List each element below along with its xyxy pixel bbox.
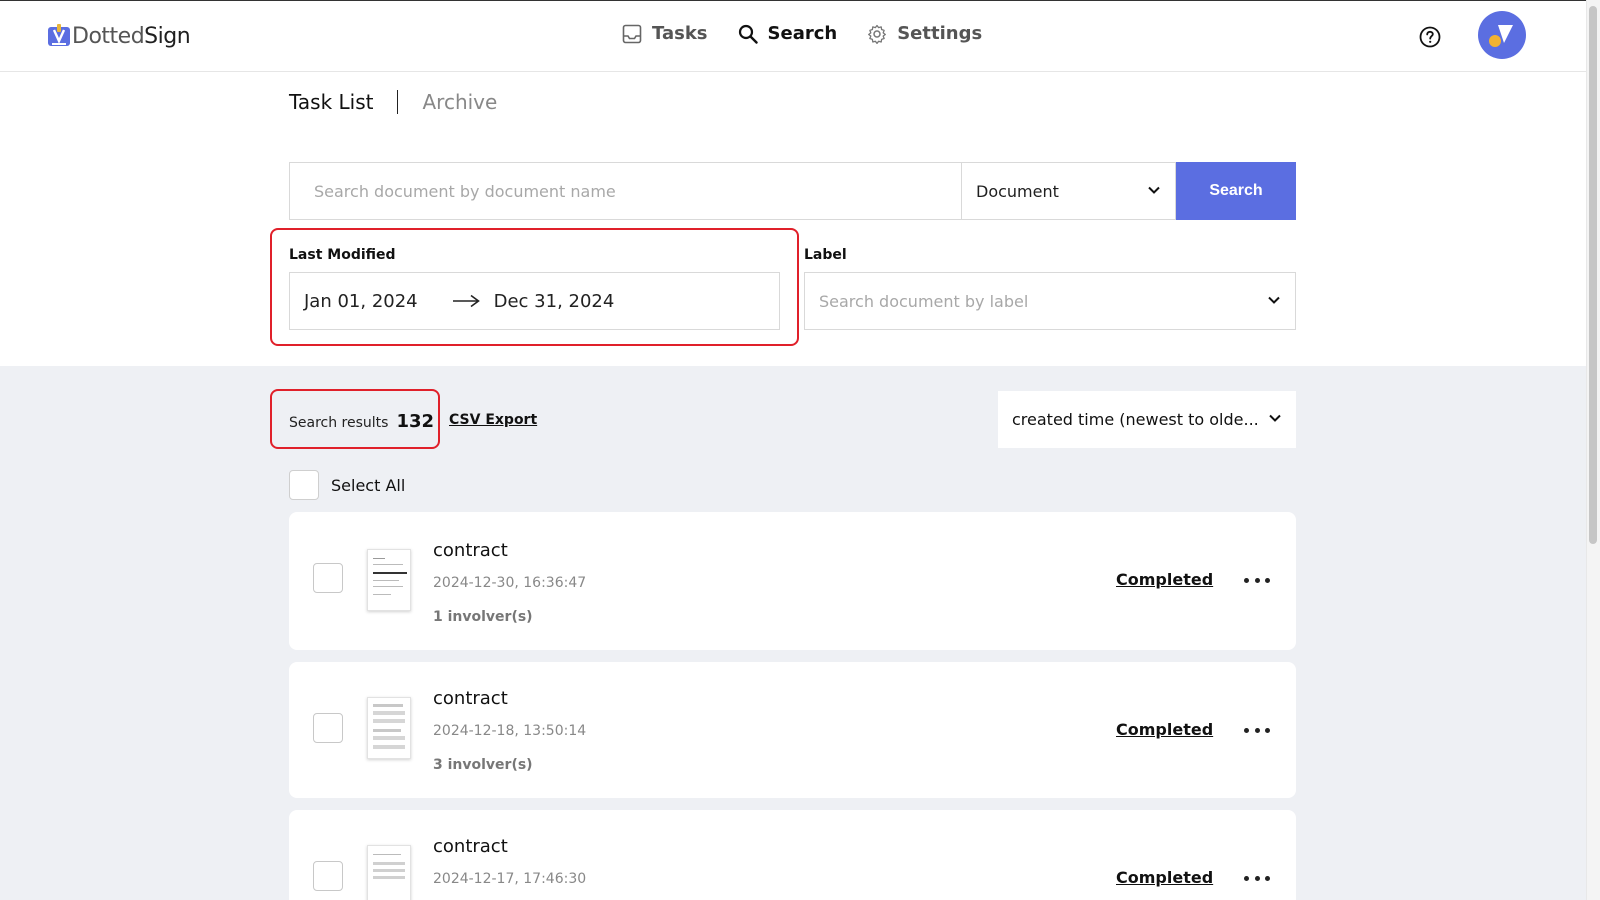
document-card[interactable]: contract 2024-12-17, 17:46:30 Completed xyxy=(289,810,1296,900)
search-type-select[interactable]: Document xyxy=(961,162,1176,220)
document-checkbox[interactable] xyxy=(313,713,343,743)
nav-search-label: Search xyxy=(767,23,838,44)
search-results-count: Search results 132 xyxy=(289,411,434,432)
document-involvers: 3 involver(s) xyxy=(433,757,533,773)
document-card[interactable]: contract 2024-12-30, 16:36:47 1 involver… xyxy=(289,512,1296,650)
select-all[interactable]: Select All xyxy=(289,470,405,500)
nav-tasks[interactable]: Tasks xyxy=(622,23,708,44)
search-button[interactable]: Search xyxy=(1176,162,1296,220)
label-select-placeholder: Search document by label xyxy=(819,291,1029,311)
document-checkbox[interactable] xyxy=(313,861,343,891)
document-title[interactable]: contract xyxy=(433,836,508,857)
last-modified-label: Last Modified xyxy=(289,247,396,263)
document-name-search-input[interactable] xyxy=(289,162,961,220)
tab-task-list[interactable]: Task List xyxy=(289,90,373,114)
chevron-down-icon xyxy=(1268,410,1282,429)
logo-mark-icon xyxy=(48,24,70,48)
nav-search[interactable]: Search xyxy=(738,23,838,44)
search-icon xyxy=(738,24,758,44)
search-row: Document Search xyxy=(289,162,1296,220)
logo-text-bold: Sign xyxy=(144,23,191,49)
chevron-down-icon xyxy=(1267,292,1281,311)
document-card[interactable]: contract 2024-12-18, 13:50:14 3 involver… xyxy=(289,662,1296,798)
main-nav: Tasks Search Settings xyxy=(622,23,982,44)
document-title[interactable]: contract xyxy=(433,540,508,561)
more-options-icon[interactable] xyxy=(1244,873,1270,883)
document-date: 2024-12-30, 16:36:47 xyxy=(433,575,587,591)
inbox-icon xyxy=(622,24,642,44)
nav-tasks-label: Tasks xyxy=(652,23,708,44)
label-select[interactable]: Search document by label xyxy=(804,272,1296,330)
date-to[interactable]: Dec 31, 2024 xyxy=(494,291,615,312)
document-title[interactable]: contract xyxy=(433,688,508,709)
task-tabs: Task List Archive xyxy=(289,88,497,116)
document-thumbnail xyxy=(367,845,411,900)
tab-archive[interactable]: Archive xyxy=(422,90,497,114)
document-status[interactable]: Completed xyxy=(1116,570,1213,589)
more-options-icon[interactable] xyxy=(1244,725,1270,735)
csv-export-link[interactable]: CSV Export xyxy=(449,412,537,428)
sort-value: created time (newest to olde... xyxy=(1012,410,1259,429)
scrollbar-thumb[interactable] xyxy=(1589,6,1597,544)
document-date: 2024-12-17, 17:46:30 xyxy=(433,871,587,887)
document-thumbnail xyxy=(367,549,411,611)
gear-icon xyxy=(867,24,887,44)
select-all-label: Select All xyxy=(331,475,406,495)
document-involvers: 1 involver(s) xyxy=(433,609,533,625)
date-range-picker[interactable]: Jan 01, 2024 Dec 31, 2024 xyxy=(289,272,780,330)
more-options-icon[interactable] xyxy=(1244,575,1270,585)
dottedsign-logo[interactable]: DottedSign xyxy=(48,21,191,51)
logo-text-light: Dotted xyxy=(72,23,145,49)
search-type-value: Document xyxy=(976,181,1059,201)
tab-divider xyxy=(397,90,399,114)
date-from[interactable]: Jan 01, 2024 xyxy=(304,291,418,312)
nav-settings-label: Settings xyxy=(897,23,983,44)
chevron-down-icon xyxy=(1147,182,1161,201)
label-filter-label: Label xyxy=(804,247,847,263)
select-all-checkbox[interactable] xyxy=(289,470,319,500)
document-status[interactable]: Completed xyxy=(1116,868,1213,887)
help-circle-icon[interactable] xyxy=(1418,25,1442,49)
document-date: 2024-12-18, 13:50:14 xyxy=(433,723,587,739)
search-results-number: 132 xyxy=(396,411,435,432)
sort-select[interactable]: created time (newest to olde... xyxy=(998,391,1296,448)
nav-settings[interactable]: Settings xyxy=(867,23,982,44)
search-results-label: Search results xyxy=(289,415,389,431)
top-navigation-bar: DottedSign Tasks Search Settings xyxy=(0,0,1586,72)
document-checkbox[interactable] xyxy=(313,563,343,593)
arrow-right-icon xyxy=(452,294,480,308)
document-thumbnail xyxy=(367,697,411,759)
avatar[interactable] xyxy=(1478,11,1526,59)
document-status[interactable]: Completed xyxy=(1116,720,1213,739)
